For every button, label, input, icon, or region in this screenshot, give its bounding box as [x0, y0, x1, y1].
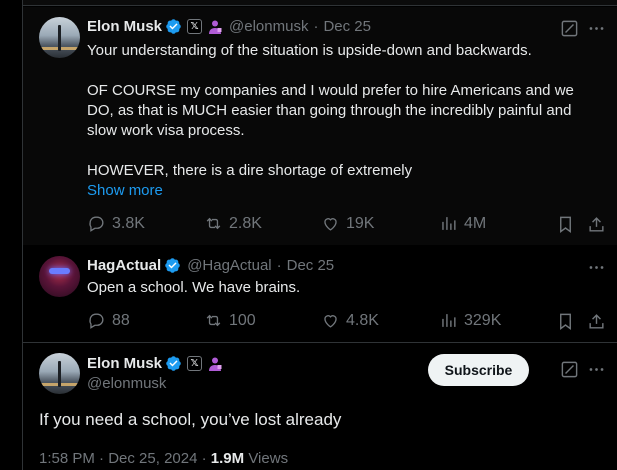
views-count: 329K: [464, 311, 502, 329]
post-date[interactable]: Dec 25: [287, 257, 335, 274]
repost-button[interactable]: 100: [204, 311, 256, 330]
post-header: HagActual @HagActual · Dec 25: [87, 257, 334, 274]
post-paragraph: OF COURSE my companies and I would prefe…: [87, 82, 574, 139]
show-more-link[interactable]: Show more: [87, 182, 163, 199]
repost-icon: [206, 217, 221, 230]
avatar[interactable]: [39, 256, 80, 297]
author-handle[interactable]: @elonmusk: [229, 18, 308, 35]
post-body: Your understanding of the situation is u…: [87, 41, 602, 181]
views-count: 4M: [464, 214, 487, 232]
views-button[interactable]: 4M: [439, 214, 486, 233]
grok-icon[interactable]: [560, 360, 579, 379]
like-button[interactable]: 19K: [321, 214, 374, 233]
like-icon: [324, 218, 337, 231]
like-count: 4.8K: [346, 311, 379, 329]
affiliate-badge-icon[interactable]: [207, 356, 223, 372]
views-count: 1.9M: [210, 450, 245, 467]
verified-icon[interactable]: [165, 355, 182, 372]
post-paragraph: HOWEVER, there is a dire shortage of ext…: [87, 162, 413, 179]
author-name[interactable]: HagActual: [87, 257, 161, 274]
more-icon[interactable]: [587, 360, 606, 379]
more-icon[interactable]: [587, 258, 606, 277]
like-icon: [324, 315, 337, 328]
post-meta: 1:58 PM · Dec 25, 2024 · 1.9M Views: [39, 450, 288, 467]
x-badge-icon[interactable]: 𝕏: [187, 356, 203, 371]
affiliate-badge-icon[interactable]: [207, 19, 223, 35]
post-hagactual-reply[interactable]: HagActual @HagActual · Dec 25 Open a sch…: [23, 246, 617, 341]
subscribe-button[interactable]: Subscribe: [428, 354, 529, 386]
reply-count: 88: [112, 311, 130, 329]
grok-icon[interactable]: [560, 19, 579, 38]
previous-post-edge: [23, 0, 617, 6]
repost-icon: [206, 314, 221, 327]
post-elon-reply[interactable]: Elon Musk 𝕏 @elonmusk · Dec 25 Your unde…: [23, 7, 617, 245]
dot-separator: ·: [313, 18, 319, 35]
author-handle[interactable]: @elonmusk: [87, 375, 166, 392]
post-date[interactable]: Dec 25: [323, 18, 371, 35]
reply-icon: [89, 216, 104, 232]
like-button[interactable]: 4.8K: [321, 311, 379, 330]
author-name[interactable]: Elon Musk: [87, 355, 162, 372]
author-name[interactable]: Elon Musk: [87, 18, 162, 35]
bookmark-icon[interactable]: [556, 312, 575, 331]
repost-count: 2.8K: [229, 214, 262, 232]
bookmark-icon[interactable]: [556, 215, 575, 234]
post-paragraph: Your understanding of the situation is u…: [87, 42, 532, 59]
dot-separator: ·: [201, 450, 207, 467]
post-header: Elon Musk 𝕏 @elonmusk · Dec 25: [87, 18, 371, 35]
views-button[interactable]: 329K: [439, 311, 501, 330]
author-handle[interactable]: @HagActual: [187, 257, 271, 274]
views-label: Views: [248, 450, 289, 467]
views-icon: [442, 314, 456, 327]
repost-count: 100: [229, 311, 256, 329]
post-body: Open a school. We have brains.: [87, 279, 301, 296]
verified-icon[interactable]: [165, 18, 182, 35]
views-icon: [442, 217, 456, 230]
reply-icon: [89, 313, 104, 329]
like-count: 19K: [346, 214, 375, 232]
dot-separator: ·: [276, 257, 282, 274]
main-post-text: If you need a school, you’ve lost alread…: [39, 410, 342, 429]
share-icon[interactable]: [587, 215, 606, 234]
avatar[interactable]: [39, 353, 80, 394]
verified-icon[interactable]: [164, 257, 181, 274]
post-time[interactable]: 1:58 PM: [39, 450, 95, 467]
post-header: Elon Musk 𝕏: [87, 355, 223, 372]
x-badge-icon[interactable]: 𝕏: [187, 19, 203, 34]
repost-button[interactable]: 2.8K: [204, 214, 262, 233]
avatar[interactable]: [39, 17, 80, 58]
dot-separator: ·: [99, 450, 105, 467]
post-full-date[interactable]: Dec 25, 2024: [108, 450, 197, 467]
share-icon[interactable]: [587, 312, 606, 331]
reply-button[interactable]: 3.8K: [87, 214, 145, 233]
reply-button[interactable]: 88: [87, 311, 130, 330]
more-icon[interactable]: [587, 19, 606, 38]
reply-count: 3.8K: [112, 214, 145, 232]
